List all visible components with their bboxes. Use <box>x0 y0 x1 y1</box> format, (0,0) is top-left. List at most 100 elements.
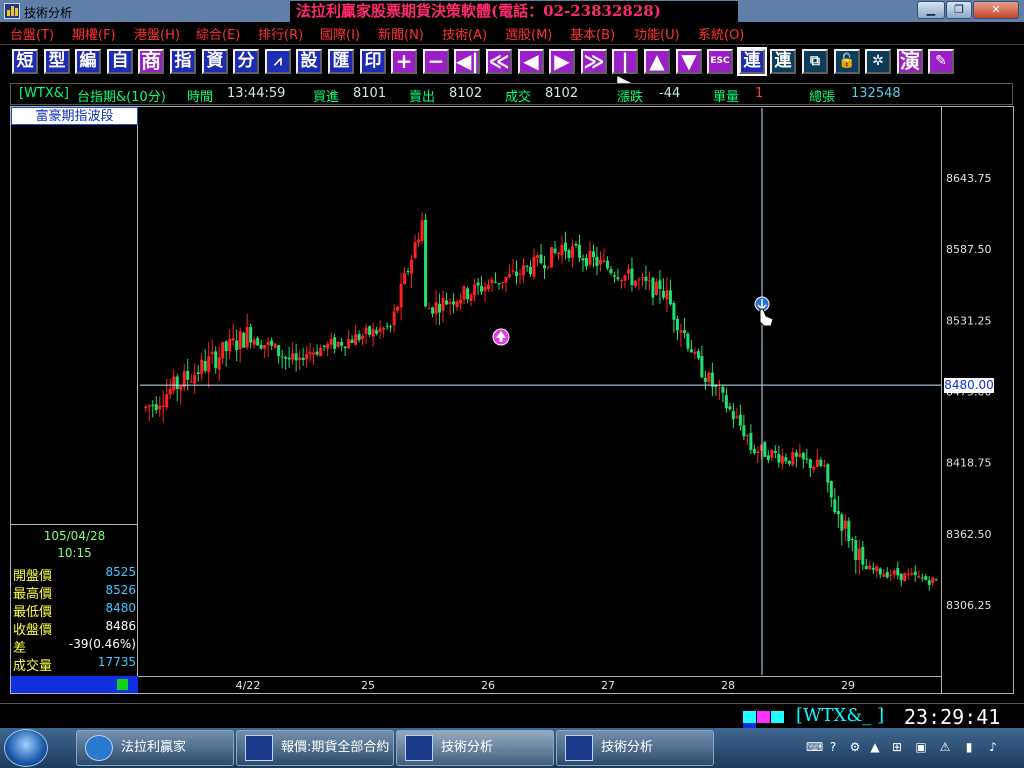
taskbar-item[interactable]: 技術分析 <box>396 730 554 766</box>
app-window: 技術分析 法拉利贏家股票期貨決策軟體(電話：02-23832828) ▁ ❐ ✕… <box>0 0 1024 768</box>
candle-body <box>574 243 578 246</box>
candle-body <box>455 301 459 308</box>
candle-body <box>878 568 882 575</box>
candle-body <box>242 332 246 348</box>
candle-body <box>245 327 249 348</box>
candle-body <box>410 259 414 274</box>
candlestick-chart[interactable]: 8643.758587.508531.258475.008418.758362.… <box>0 0 1024 768</box>
volume-icon[interactable]: ♪ <box>986 740 1000 754</box>
candle-body <box>154 404 158 410</box>
candle-body <box>882 573 886 577</box>
candle-body <box>812 466 816 470</box>
candle-body <box>773 451 777 453</box>
candle-body <box>396 306 400 311</box>
candle-body <box>766 455 770 461</box>
candle-body <box>840 514 844 531</box>
candle-body <box>508 274 512 278</box>
candle-body <box>752 449 756 454</box>
candle-body <box>749 432 753 450</box>
candle-body <box>214 351 218 369</box>
candle-body <box>889 574 893 576</box>
candle-body <box>354 334 358 345</box>
candle-body <box>738 414 742 426</box>
candle-body <box>441 297 445 311</box>
candle-body <box>427 308 431 310</box>
candle-body <box>784 457 788 462</box>
candle-body <box>801 452 805 460</box>
candle-body <box>193 374 197 384</box>
candle-body <box>619 279 623 282</box>
candle-body <box>518 273 522 275</box>
candle-body <box>861 546 865 565</box>
candle-body <box>721 386 725 393</box>
taskbar-item[interactable]: 技術分析 <box>556 730 714 766</box>
candle-body <box>546 266 550 268</box>
candle-body <box>361 335 365 339</box>
candle-body <box>319 347 323 357</box>
candle-body <box>567 250 571 258</box>
candle-body <box>682 330 686 333</box>
start-button[interactable] <box>4 729 48 767</box>
help-icon[interactable]: ? <box>826 740 840 754</box>
candle-body <box>252 339 256 345</box>
x-tick-label: 4/22 <box>236 679 261 692</box>
taskbar-item[interactable]: 法拉利贏家 <box>76 730 234 766</box>
candle-body <box>836 511 840 514</box>
candle-body <box>249 327 253 343</box>
candle-body <box>231 338 235 341</box>
ticker-symbol[interactable]: [WTX&_ ] <box>796 705 884 726</box>
candle-body <box>875 566 879 572</box>
candle-body <box>598 259 602 265</box>
candle-body <box>917 575 921 578</box>
candle-body <box>833 499 837 513</box>
candle-body <box>364 327 368 334</box>
candle-body <box>595 256 599 267</box>
candle-body <box>868 565 872 570</box>
crosshair-price-tag: 8480.00 <box>944 378 994 393</box>
windows-flag-icon[interactable]: ⊞ <box>890 740 904 754</box>
candle-body <box>357 334 361 341</box>
network-warning-icon[interactable]: ⚠ <box>938 740 952 754</box>
candle-body <box>161 405 165 408</box>
candle-body <box>476 282 480 286</box>
candle-body <box>312 352 316 355</box>
candle-body <box>336 341 340 347</box>
candle-body <box>497 283 501 285</box>
candle-body <box>794 452 798 457</box>
candle-body <box>480 285 484 292</box>
candle-body <box>644 276 648 281</box>
candle-body <box>913 571 917 576</box>
candle-body <box>605 260 609 269</box>
candle-body <box>864 566 868 570</box>
candle-body <box>745 435 749 437</box>
candle-body <box>371 329 375 337</box>
taskbar-item[interactable]: 報價:期貨全部合約 <box>236 730 394 766</box>
candle-body <box>798 453 802 457</box>
monitor-icon[interactable]: ▣ <box>914 740 928 754</box>
tray-expand-icon[interactable]: ▲ <box>868 740 882 754</box>
candle-body <box>270 340 274 346</box>
candle-body <box>347 339 351 349</box>
candle-body <box>284 356 288 359</box>
chart-app-icon <box>565 735 593 761</box>
candle-body <box>504 276 508 283</box>
candle-body <box>287 357 291 360</box>
candle-body <box>616 277 620 280</box>
candle-body <box>728 406 732 410</box>
candle-body <box>466 288 470 300</box>
candle-body <box>735 416 739 418</box>
candle-body <box>238 331 242 350</box>
y-tick-label: 8362.50 <box>946 528 992 541</box>
candle-body <box>175 376 179 390</box>
candle-body <box>483 287 487 292</box>
candle-body <box>689 349 693 353</box>
candle-body <box>305 354 309 360</box>
candle-body <box>658 280 662 289</box>
candle-body <box>710 372 714 387</box>
settings-icon[interactable]: ⚙ <box>848 740 862 754</box>
candle-body <box>661 291 665 298</box>
keyboard-icon[interactable]: ⌨ <box>806 740 823 754</box>
signal-icon[interactable]: ▮ <box>962 740 976 754</box>
candle-body <box>340 342 344 346</box>
candle-body <box>452 301 456 305</box>
